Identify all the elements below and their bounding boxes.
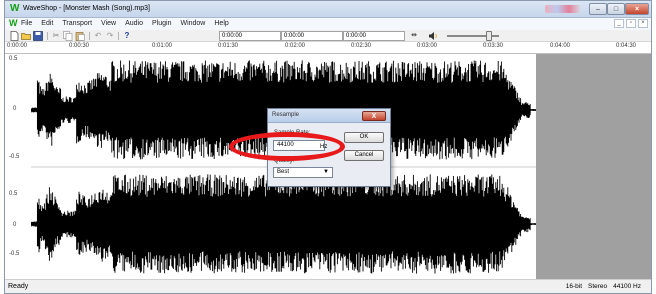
scale-label: -0.5 [9, 154, 20, 160]
save-icon[interactable] [33, 31, 43, 41]
ruler-label: 0:04:30 [616, 43, 637, 49]
close-icon: X [371, 113, 377, 120]
menu-audio[interactable]: Audio [125, 19, 143, 29]
menu-file[interactable]: File [21, 19, 32, 29]
title-bar[interactable]: W WaveShop - [Monster Mash (Song).mp3] –… [5, 1, 651, 18]
speaker-icon[interactable] [428, 31, 438, 41]
scale-label: 0 [13, 106, 17, 112]
help-icon[interactable]: ? [122, 31, 132, 41]
redo-icon[interactable]: ↷ [105, 31, 115, 41]
scale-label: 0 [13, 222, 17, 228]
scale-label: -0.5 [9, 251, 20, 257]
toolbar-separator [47, 32, 48, 40]
selection-end-field[interactable]: 0:00:00 [281, 31, 343, 41]
copy-icon[interactable] [63, 31, 73, 41]
menu-help[interactable]: Help [214, 19, 228, 29]
time-ruler[interactable]: 0:00:00 0:00:30 0:01:00 0:01:30 0:02:00 … [5, 42, 651, 54]
quality-dropdown[interactable]: Best ▼ [273, 167, 333, 178]
dialog-title: Resample [272, 112, 300, 118]
toolbar-separator [118, 32, 119, 40]
selection-length-field[interactable]: 0:00:00 [343, 31, 405, 41]
undo-icon[interactable]: ↶ [93, 31, 103, 41]
child-minimize-button[interactable]: _ [614, 19, 624, 28]
menu-edit[interactable]: Edit [41, 19, 53, 29]
toolbar: ✂ ↶ ↷ ? 0:00:00 0:00:00 0:00:00 ⇹ [5, 30, 651, 42]
toolbar-separator [89, 32, 90, 40]
chevron-down-icon: ▼ [323, 169, 329, 175]
red-highlight-annotation [229, 132, 345, 161]
cancel-button[interactable]: Cancel [344, 150, 384, 161]
paste-icon[interactable] [75, 31, 85, 41]
child-close-button[interactable]: × [638, 19, 648, 28]
menu-view[interactable]: View [101, 19, 116, 29]
maximize-icon: □ [613, 6, 619, 13]
ruler-label: 0:00:00 [7, 43, 28, 49]
ruler-label: 0:01:30 [218, 43, 239, 49]
ruler-label: 0:01:00 [152, 43, 173, 49]
window-title: WaveShop - [Monster Mash (Song).mp3] [23, 5, 150, 12]
waveshop-logo-icon: W [10, 3, 20, 14]
status-text: Ready [8, 283, 29, 290]
new-file-icon[interactable] [9, 31, 19, 41]
channels-indicator: Stereo [588, 283, 608, 290]
minimize-button[interactable]: – [589, 3, 607, 15]
sample-rate-indicator: 44100 Hz [613, 283, 641, 290]
ruler-label: 0:00:30 [69, 43, 90, 49]
dialog-title-bar[interactable]: Resample X [268, 109, 390, 123]
quality-value: Best [277, 169, 290, 175]
menu-plugin[interactable]: Plugin [152, 19, 171, 29]
close-icon: × [634, 6, 640, 13]
child-restore-button[interactable]: ▫ [626, 19, 636, 28]
scale-label: 0.5 [9, 191, 18, 197]
fit-width-icon[interactable]: ⇹ [409, 31, 419, 41]
open-folder-icon[interactable] [21, 31, 31, 41]
menu-window[interactable]: Window [180, 19, 205, 29]
cut-icon[interactable]: ✂ [51, 31, 61, 41]
ruler-label: 0:02:30 [351, 43, 372, 49]
maximize-button[interactable]: □ [607, 3, 625, 15]
close-button[interactable]: × [625, 3, 649, 15]
beyond-audio-region [536, 54, 651, 279]
ruler-label: 0:03:00 [417, 43, 438, 49]
ruler-label: 0:03:30 [483, 43, 504, 49]
minimize-icon: – [596, 6, 600, 13]
blurred-taskbar-thumbnail [545, 5, 581, 13]
amplitude-scale: 0.5 0 -0.5 0.5 0 -0.5 [5, 54, 31, 279]
dialog-close-button[interactable]: X [362, 111, 386, 121]
right-channel-waveform [31, 174, 536, 274]
menu-bar: W File Edit Transport View Audio Plugin … [5, 18, 651, 30]
volume-slider-thumb[interactable] [485, 31, 492, 41]
bit-depth-indicator: 16-bit [565, 283, 583, 290]
ruler-label: 0:04:00 [550, 43, 571, 49]
selection-start-field[interactable]: 0:00:00 [219, 31, 281, 41]
document-icon[interactable]: W [9, 19, 18, 28]
scale-label: 0.5 [9, 56, 18, 62]
status-bar: Ready 16-bit Stereo 44100 Hz [5, 279, 651, 293]
ok-button[interactable]: OK [344, 132, 384, 143]
menu-transport[interactable]: Transport [62, 19, 92, 29]
ruler-label: 0:02:00 [285, 43, 306, 49]
